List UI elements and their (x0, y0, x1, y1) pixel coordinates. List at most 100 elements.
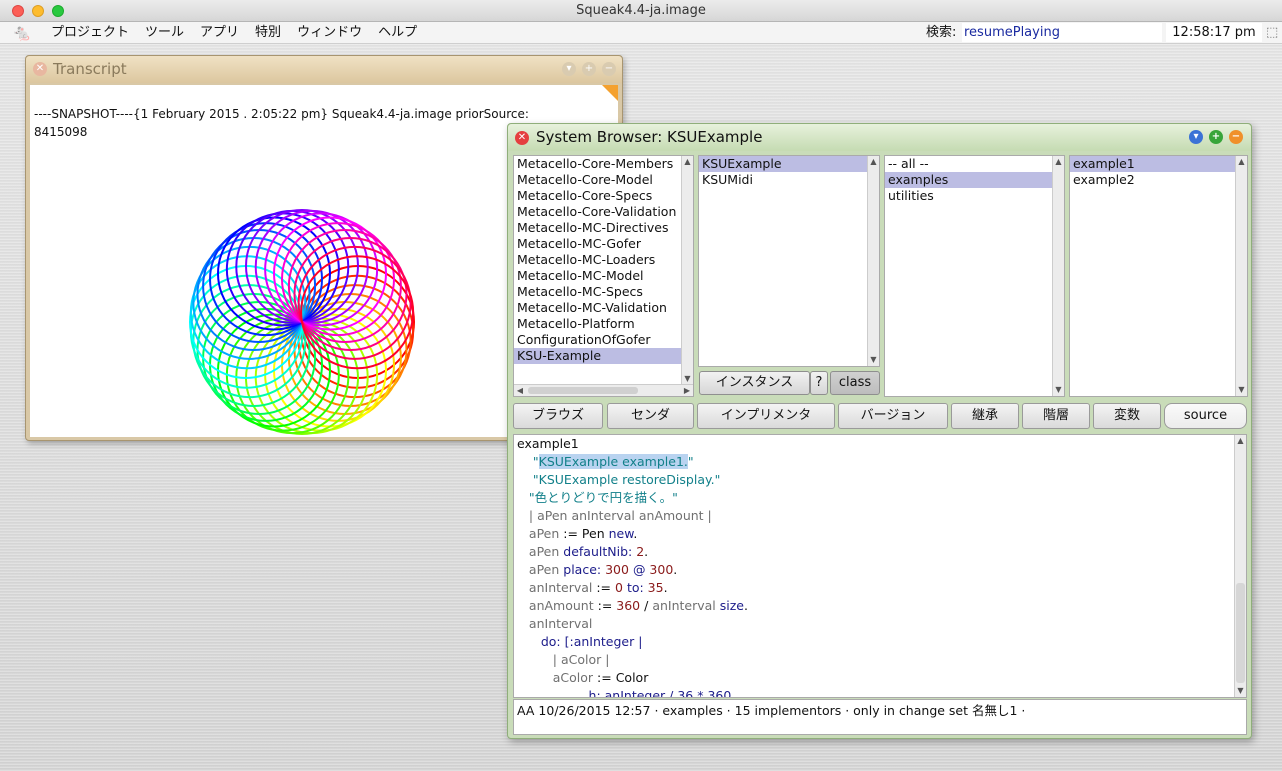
resize-corner-icon[interactable] (602, 85, 618, 101)
browser-collapse-icon[interactable]: − (1229, 130, 1243, 144)
instance-button[interactable]: インスタンス (699, 371, 810, 395)
inheritance-button[interactable]: 継承 (951, 403, 1019, 429)
package-item[interactable]: Metacello-MC-Gofer (514, 236, 693, 252)
class-item[interactable]: KSUExample (699, 156, 879, 172)
scroll-right-icon[interactable]: ▶ (681, 385, 693, 396)
menu-windows[interactable]: ウィンドウ (296, 22, 363, 43)
squeak-mouse-icon[interactable]: 🐁 (12, 24, 32, 42)
code-line: anInterval (528, 616, 593, 631)
clock[interactable]: 12:58:17 pm (1166, 23, 1262, 42)
method-item[interactable]: example1 (1070, 156, 1247, 172)
search-input[interactable]: resumePlaying (962, 23, 1162, 42)
package-item[interactable]: Metacello-MC-Model (514, 268, 693, 284)
scroll-down-icon[interactable]: ▼ (1235, 685, 1246, 697)
package-item[interactable]: Metacello-MC-Directives (514, 220, 693, 236)
package-item[interactable]: Metacello-Core-Model (514, 172, 693, 188)
package-item[interactable]: ConfigurationOfGofer (514, 332, 693, 348)
class-side-button[interactable]: class (830, 371, 880, 395)
minimize-window-button[interactable] (32, 5, 44, 17)
code-line: h: anInteger / 36 * 360 (588, 688, 732, 698)
package-hscrollbar[interactable]: ◀ ▶ (514, 384, 693, 396)
hierarchy-button[interactable]: 階層 (1022, 403, 1090, 429)
browser-title: System Browser: KSUExample (536, 128, 763, 146)
code-line: aColor := Color (552, 670, 649, 685)
scroll-thumb[interactable] (528, 387, 638, 394)
scroll-up-icon[interactable]: ▲ (868, 156, 879, 168)
browser-expand-icon[interactable]: + (1209, 130, 1223, 144)
senders-button[interactable]: センダ (607, 403, 694, 429)
browser-close-icon[interactable]: ✕ (515, 131, 529, 145)
code-line: example1 (517, 436, 579, 451)
search-label: 検索: (926, 25, 957, 40)
code-line: aPen defaultNib: 2. (528, 544, 649, 559)
package-scrollbar[interactable]: ▲ ▼ (681, 156, 693, 385)
code-line: "KSUExample restoreDisplay." (532, 472, 721, 487)
menu-help[interactable]: ヘルプ (377, 22, 418, 43)
code-line: anAmount := 360 / anInterval size. (528, 598, 748, 613)
category-item[interactable]: -- all -- (885, 156, 1064, 172)
menu-extras[interactable]: 特別 (254, 22, 282, 43)
transcript-title-bar[interactable]: ✕ Transcript ▾ + − (26, 56, 622, 83)
class-scrollbar[interactable]: ▲ ▼ (867, 156, 879, 366)
transcript-title: Transcript (53, 60, 127, 78)
annotation-pane[interactable]: AA 10/26/2015 12:57 · examples · 15 impl… (513, 699, 1247, 735)
code-line: | aPen anInterval anAmount | (528, 508, 712, 523)
transcript-collapse-icon[interactable]: − (602, 62, 616, 76)
code-editor[interactable]: example1 "KSUExample example1." "KSUExam… (513, 434, 1247, 698)
scroll-up-icon[interactable]: ▲ (682, 156, 693, 168)
class-item[interactable]: KSUMidi (699, 172, 879, 188)
category-scrollbar[interactable]: ▲ ▼ (1052, 156, 1064, 396)
menu-tools[interactable]: ツール (144, 22, 185, 43)
scroll-down-icon[interactable]: ▼ (868, 354, 879, 366)
menu-list: プロジェクト ツール アプリ 特別 ウィンドウ ヘルプ (50, 22, 418, 43)
system-browser-window[interactable]: ✕ System Browser: KSUExample ▾ + − Metac… (507, 123, 1252, 739)
transcript-line: ----SNAPSHOT----{1 February 2015 . 2:05:… (34, 107, 529, 121)
implementors-button[interactable]: インプリメンタ (697, 403, 835, 429)
class-comment-button[interactable]: ? (810, 371, 828, 395)
transcript-expand-icon[interactable]: + (582, 62, 596, 76)
code-line: do: [:anInteger | (540, 634, 643, 649)
squeak-menubar: 🐁 プロジェクト ツール アプリ 特別 ウィンドウ ヘルプ 検索: resume… (0, 22, 1282, 44)
method-scrollbar[interactable]: ▲ ▼ (1235, 156, 1247, 396)
browser-title-bar[interactable]: ✕ System Browser: KSUExample ▾ + − (508, 124, 1251, 151)
method-list[interactable]: example1 example2 ▲ ▼ (1069, 155, 1248, 397)
package-item[interactable]: Metacello-MC-Loaders (514, 252, 693, 268)
package-item[interactable]: Metacello-Platform (514, 316, 693, 332)
menu-apps[interactable]: アプリ (199, 22, 240, 43)
category-list[interactable]: -- all -- examples utilities ▲ ▼ (884, 155, 1065, 397)
scroll-down-icon[interactable]: ▼ (1053, 384, 1064, 396)
browser-menu-icon[interactable]: ▾ (1189, 130, 1203, 144)
browse-button[interactable]: ブラウズ (513, 403, 603, 429)
scroll-up-icon[interactable]: ▲ (1235, 435, 1246, 447)
versions-button[interactable]: バージョン (838, 403, 948, 429)
selected-text: KSUExample example1. (538, 454, 688, 469)
method-item[interactable]: example2 (1070, 172, 1247, 188)
transcript-menu-icon[interactable]: ▾ (562, 62, 576, 76)
scroll-up-icon[interactable]: ▲ (1053, 156, 1064, 168)
zoom-window-button[interactable] (52, 5, 64, 17)
package-item[interactable]: Metacello-Core-Members (514, 156, 693, 172)
package-item[interactable]: KSU-Example (514, 348, 693, 364)
scroll-thumb[interactable] (1236, 583, 1245, 683)
variables-button[interactable]: 変数 (1093, 403, 1161, 429)
package-item[interactable]: Metacello-MC-Validation (514, 300, 693, 316)
category-item[interactable]: examples (885, 172, 1064, 188)
code-line: | aColor | (552, 652, 610, 667)
menu-project[interactable]: プロジェクト (50, 22, 130, 43)
source-button[interactable]: source (1164, 403, 1247, 429)
transcript-close-icon[interactable]: ✕ (33, 62, 47, 76)
code-scrollbar[interactable]: ▲ ▼ (1234, 435, 1246, 697)
category-item[interactable]: utilities (885, 188, 1064, 204)
window-tile-icon[interactable]: ⬚ (1266, 25, 1278, 41)
scroll-left-icon[interactable]: ◀ (514, 385, 526, 396)
code-line: "KSUExample example1." (532, 454, 694, 469)
close-window-button[interactable] (12, 5, 24, 17)
package-list[interactable]: Metacello-Core-Members Metacello-Core-Mod… (513, 155, 694, 397)
package-item[interactable]: Metacello-MC-Specs (514, 284, 693, 300)
scroll-up-icon[interactable]: ▲ (1236, 156, 1247, 168)
package-item[interactable]: Metacello-Core-Validation (514, 204, 693, 220)
scroll-down-icon[interactable]: ▼ (1236, 384, 1247, 396)
app-title: Squeak4.4-ja.image (576, 3, 706, 18)
class-list[interactable]: KSUExample KSUMidi ▲ ▼ (698, 155, 880, 367)
package-item[interactable]: Metacello-Core-Specs (514, 188, 693, 204)
